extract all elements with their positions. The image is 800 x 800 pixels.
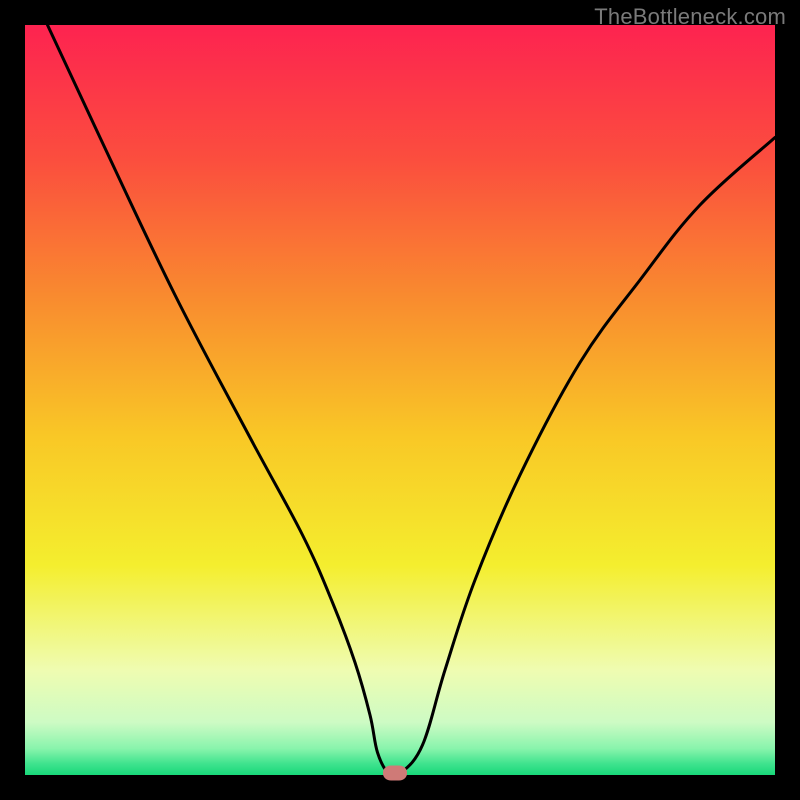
optimal-point-marker	[383, 765, 407, 780]
watermark-text: TheBottleneck.com	[594, 4, 786, 30]
plot-area	[25, 25, 775, 775]
chart-container: TheBottleneck.com	[0, 0, 800, 800]
bottleneck-curve	[25, 25, 775, 775]
